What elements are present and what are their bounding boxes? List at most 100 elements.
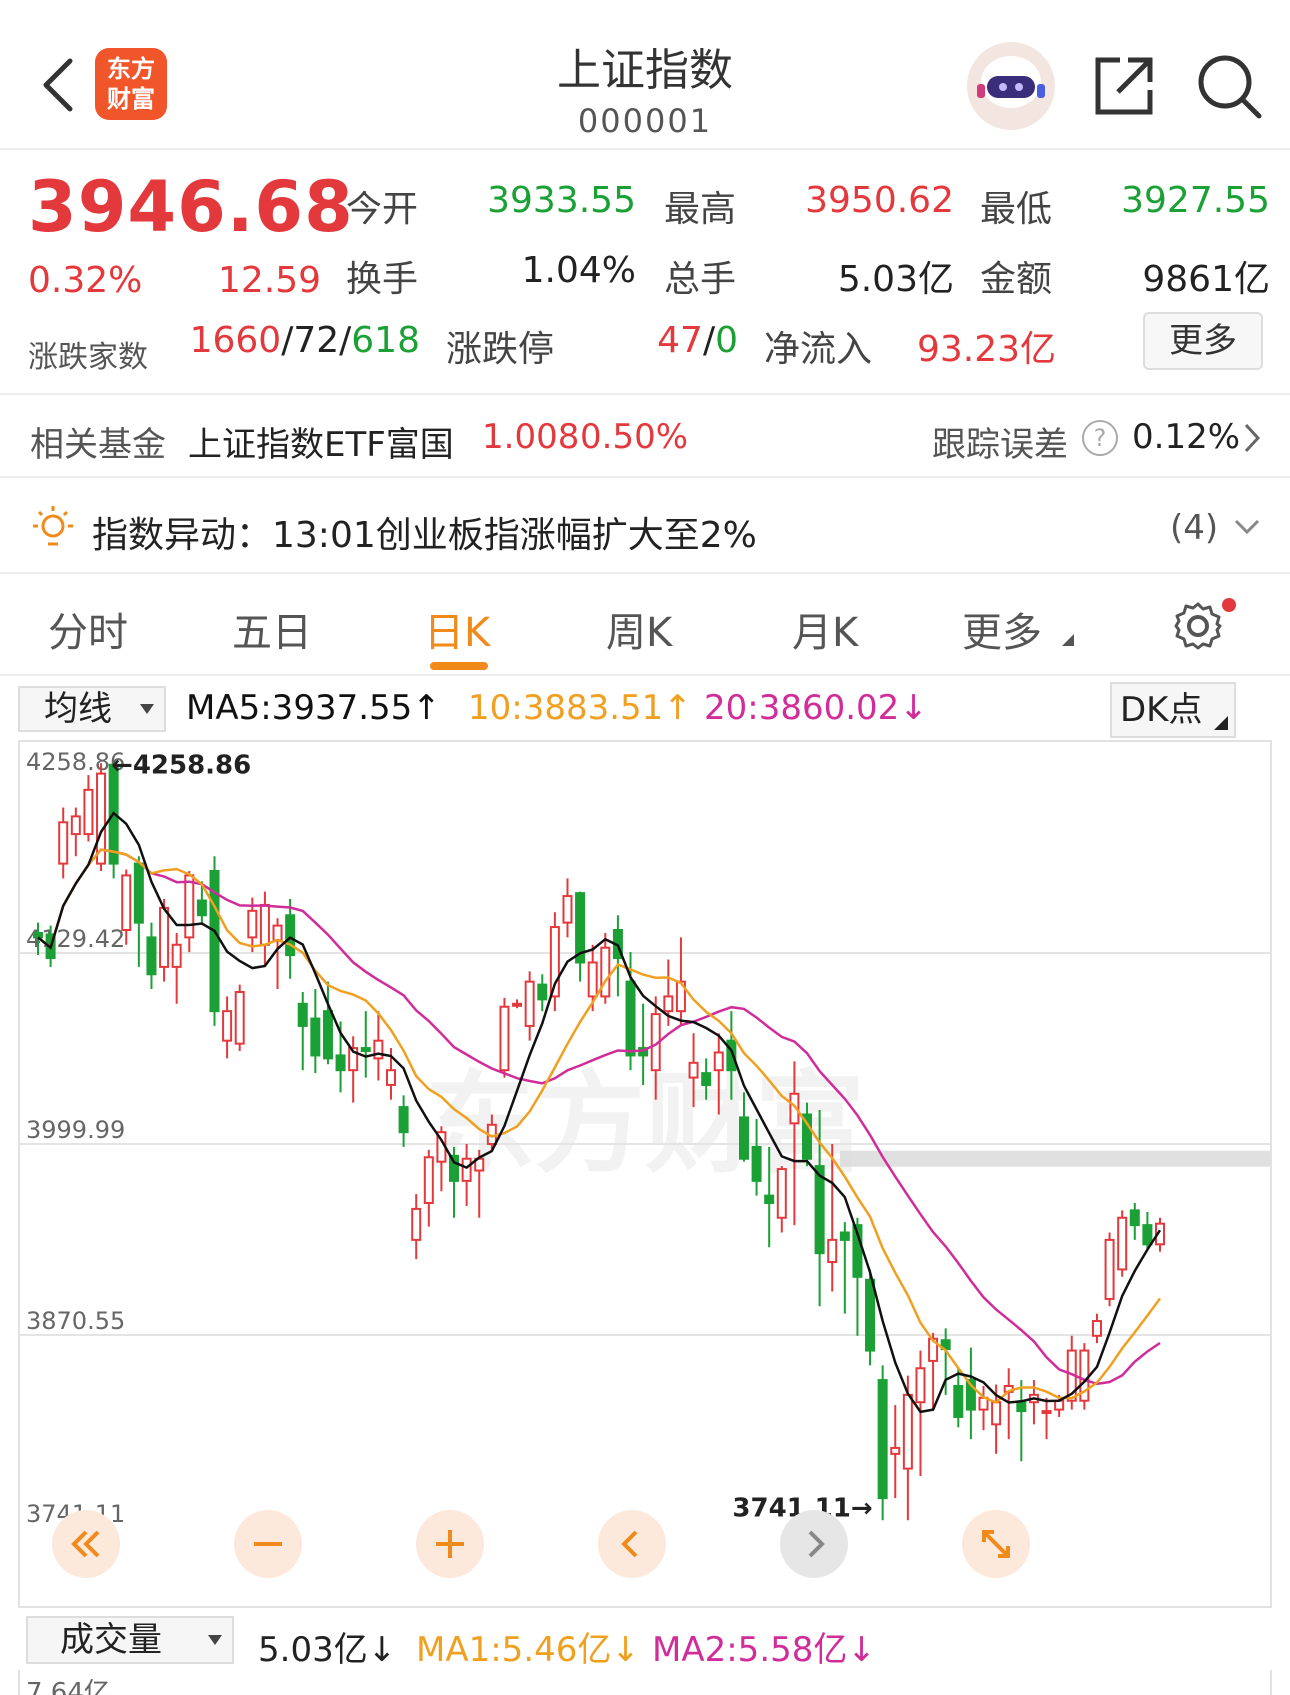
change-percent: 0.32%: [28, 260, 143, 301]
previous-button[interactable]: [598, 1510, 666, 1578]
candle-body: [159, 906, 170, 968]
ma20-value: 20:3860.02↓: [704, 688, 928, 728]
zoom-out-button[interactable]: [234, 1510, 302, 1578]
dropdown-triangle-icon: [208, 1635, 222, 1645]
candle-body: [839, 1231, 850, 1241]
volume-value: 5.03亿: [837, 259, 954, 300]
related-fund-label: 相关基金: [30, 425, 166, 465]
turnover-label: 换手: [346, 259, 419, 300]
candle-body: [1054, 1399, 1065, 1411]
candle-body: [1016, 1401, 1027, 1413]
plus-icon: [436, 1530, 464, 1558]
chevron-down-icon[interactable]: [1232, 516, 1262, 538]
ma5-value: MA5:3937.55↑: [186, 688, 441, 728]
tab-more[interactable]: 更多: [962, 600, 1042, 658]
open-label: 今开: [346, 189, 419, 230]
volume-select[interactable]: 成交量: [26, 1616, 234, 1664]
volume-label: 总手: [664, 259, 737, 300]
ma10-value: 10:3883.51↑: [468, 688, 692, 728]
candle-body: [310, 1017, 321, 1057]
candle-body: [385, 1069, 396, 1086]
candle-body: [423, 1156, 434, 1205]
candle-body: [1104, 1238, 1115, 1300]
candle-body: [915, 1367, 926, 1404]
candle-body: [827, 1238, 838, 1264]
candle-body: [1142, 1224, 1153, 1246]
minus-icon: [254, 1542, 282, 1546]
limit-value: 47/0: [657, 320, 738, 361]
candle-body: [1117, 1216, 1128, 1271]
tracking-error-label: 跟踪误差: [932, 425, 1068, 465]
more-button[interactable]: 更多: [1143, 312, 1263, 370]
candle-body: [499, 1005, 510, 1072]
candle-body: [171, 943, 182, 968]
candle-body: [234, 990, 245, 1045]
candle-body: [322, 1010, 333, 1060]
dk-point-button[interactable]: DK点: [1110, 682, 1236, 738]
settings-gear-icon[interactable]: [1172, 600, 1224, 652]
chevron-left-icon: [621, 1530, 638, 1558]
inflow-value: 93.23亿: [916, 329, 1056, 370]
candle-body: [524, 980, 535, 1027]
notification-dot: [1222, 598, 1236, 612]
candle-body: [196, 899, 207, 917]
indicator-select[interactable]: 均线: [18, 686, 166, 732]
expand-icon: [982, 1530, 1010, 1558]
candle-body: [625, 980, 636, 1057]
candle-body: [776, 1168, 787, 1219]
zoom-in-button[interactable]: [416, 1510, 484, 1578]
last-price: 3946.68: [28, 166, 354, 248]
tracking-error-value: 0.12%: [1132, 417, 1241, 457]
tab-five-day[interactable]: 五日: [232, 600, 312, 658]
y-tick-label: 3870.55: [26, 1307, 125, 1335]
candle-body: [398, 1106, 409, 1134]
candle-body: [537, 983, 548, 1001]
candle-body: [751, 1145, 762, 1182]
candle-body: [764, 1194, 775, 1205]
candle-body: [259, 903, 270, 946]
rewind-button[interactable]: [52, 1510, 120, 1578]
candle-body: [285, 914, 296, 957]
candle-body: [184, 874, 195, 939]
kline-chart[interactable]: 东方财富4258.864129.423999.993870.553741.11←…: [18, 740, 1272, 1608]
candle-body: [991, 1401, 1002, 1426]
candle-body: [1129, 1209, 1140, 1227]
lightbulb-icon: [33, 506, 73, 546]
candle-body: [890, 1446, 901, 1455]
turnover-value: 1.04%: [521, 250, 636, 291]
related-fund-row[interactable]: 相关基金 上证指数ETF富国 1.008 0.50% 跟踪误差 ? 0.12%: [0, 393, 1290, 478]
tab-monthly-k[interactable]: 月K: [792, 600, 858, 658]
ai-assistant-robot-icon[interactable]: [965, 40, 1057, 132]
fund-change-pct: 0.50%: [580, 417, 689, 457]
open-value: 3933.55: [487, 180, 636, 221]
tab-daily-k[interactable]: 日K: [424, 600, 490, 658]
fullscreen-button[interactable]: [962, 1510, 1030, 1578]
fund-name: 上证指数ETF富国: [188, 425, 454, 465]
tab-intraday[interactable]: 分时: [48, 600, 128, 658]
tab-weekly-k[interactable]: 周K: [606, 600, 672, 658]
dropdown-triangle-icon: [1062, 634, 1074, 646]
candle-body: [121, 874, 132, 932]
alert-text: 指数异动：13:01创业板指涨幅扩大至2%: [92, 515, 757, 556]
next-button[interactable]: [780, 1510, 848, 1578]
volume-chart: 7.64亿: [18, 1670, 1272, 1695]
help-icon[interactable]: ?: [1082, 420, 1118, 456]
candle-body: [902, 1393, 913, 1470]
active-tab-indicator: [430, 662, 488, 670]
candle-body: [411, 1207, 422, 1241]
index-alert-row[interactable]: 指数异动：13:01创业板指涨幅扩大至2% (4): [0, 480, 1290, 574]
chevron-right-icon[interactable]: [1238, 421, 1266, 455]
candle-body: [865, 1278, 876, 1352]
high-value: 3950.62: [805, 180, 954, 221]
share-icon[interactable]: [1092, 52, 1160, 118]
limit-label: 涨跌停: [446, 329, 555, 370]
volume-ma1: MA1:5.46亿↓: [416, 1630, 640, 1670]
search-icon[interactable]: [1195, 52, 1263, 120]
top-nav-bar: 东方 财富 上证指数 000001: [0, 0, 1290, 150]
candle-body: [83, 788, 94, 836]
candle-body: [461, 1157, 472, 1182]
candle-body: [133, 862, 144, 924]
candle-body: [738, 1116, 749, 1160]
change-amount: 12.59: [218, 260, 322, 301]
volume-current: 5.03亿↓: [258, 1630, 397, 1670]
